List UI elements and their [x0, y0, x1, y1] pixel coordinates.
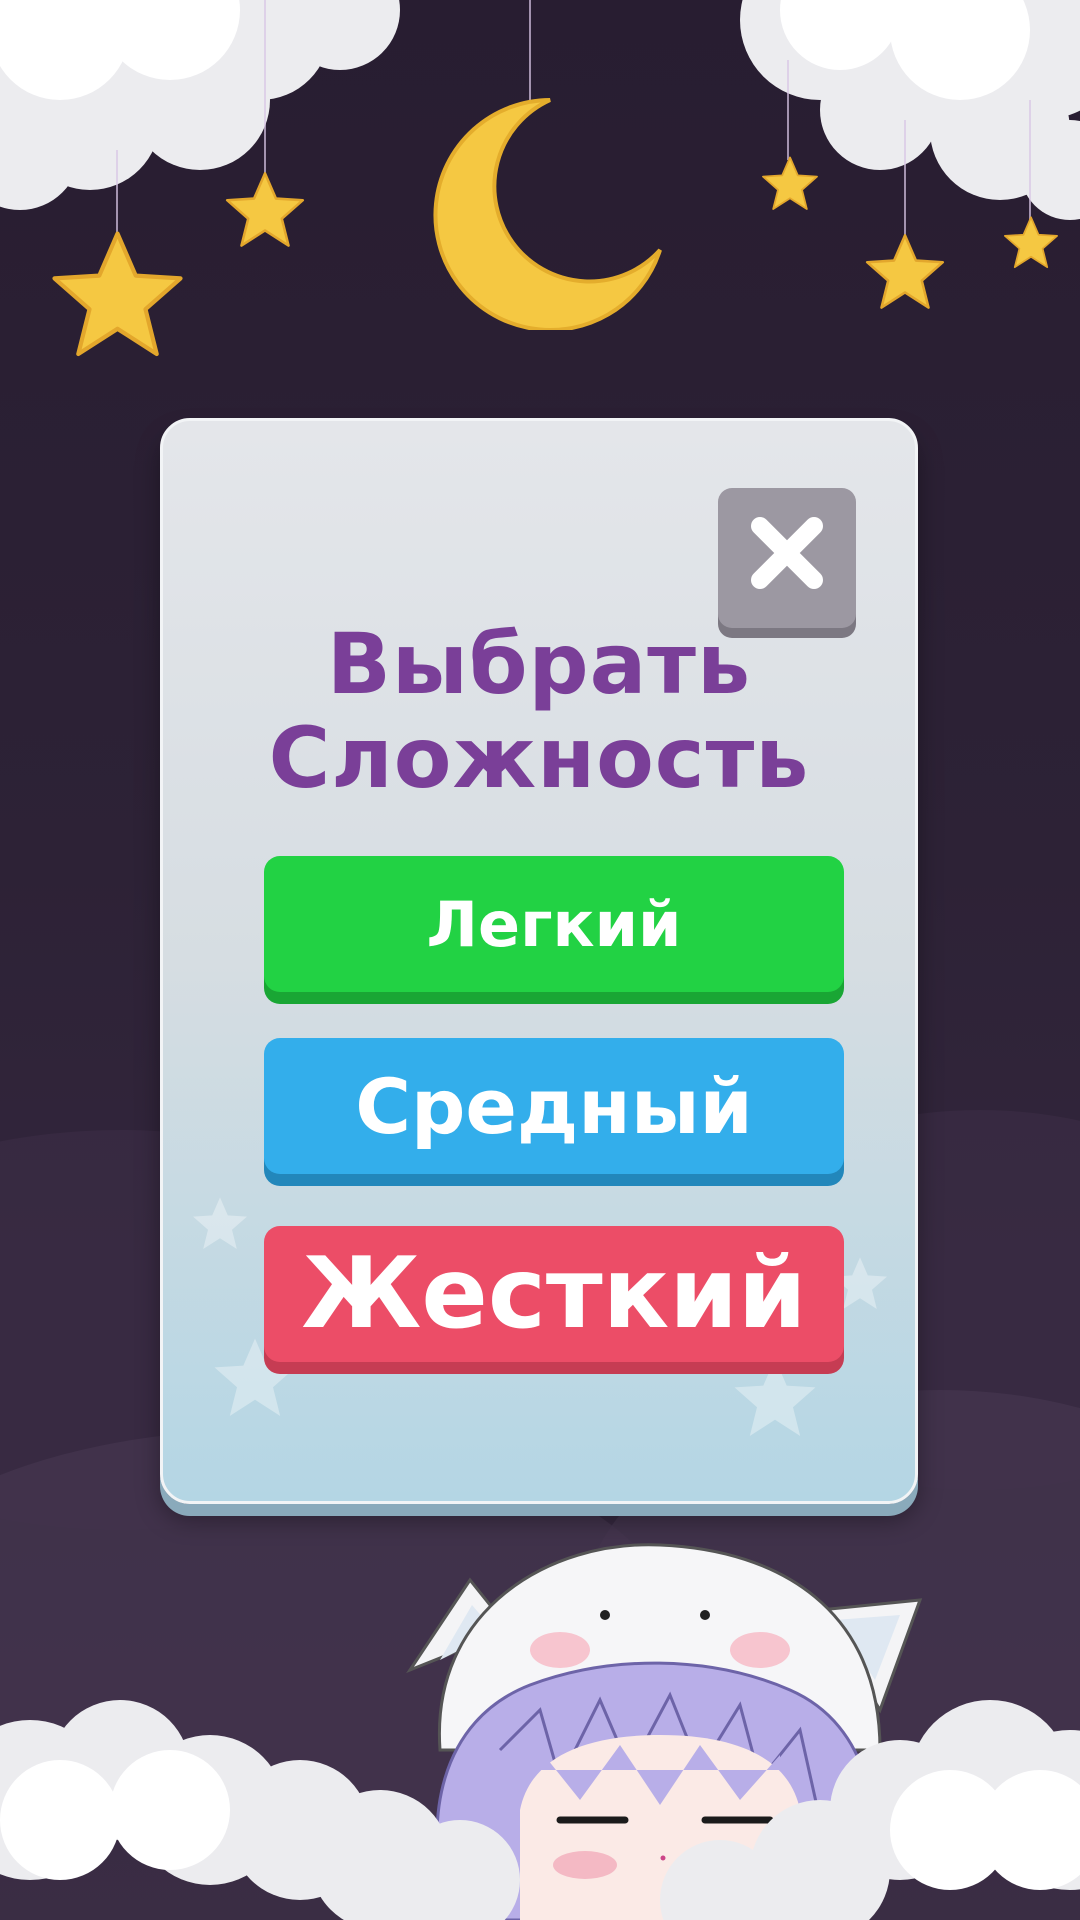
star-icon [52, 231, 183, 357]
game-scene: Выбрать Сложность Легкий Средный Жесткий [0, 0, 1080, 1920]
hard-button[interactable]: Жесткий [264, 1226, 844, 1362]
star-icon [865, 234, 945, 309]
dialog-title-line2: Сложность [268, 709, 810, 807]
star-icon [762, 156, 818, 210]
medium-button[interactable]: Средный [264, 1038, 844, 1174]
close-button[interactable] [718, 488, 856, 628]
star-icon [1004, 216, 1058, 269]
star-icon [225, 172, 305, 247]
easy-button[interactable]: Легкий [264, 856, 844, 992]
moon-icon [433, 98, 662, 330]
dialog-title-line1: Выбрать [326, 615, 752, 713]
bottom-clouds [0, 1700, 1080, 1920]
close-icon [751, 517, 823, 589]
